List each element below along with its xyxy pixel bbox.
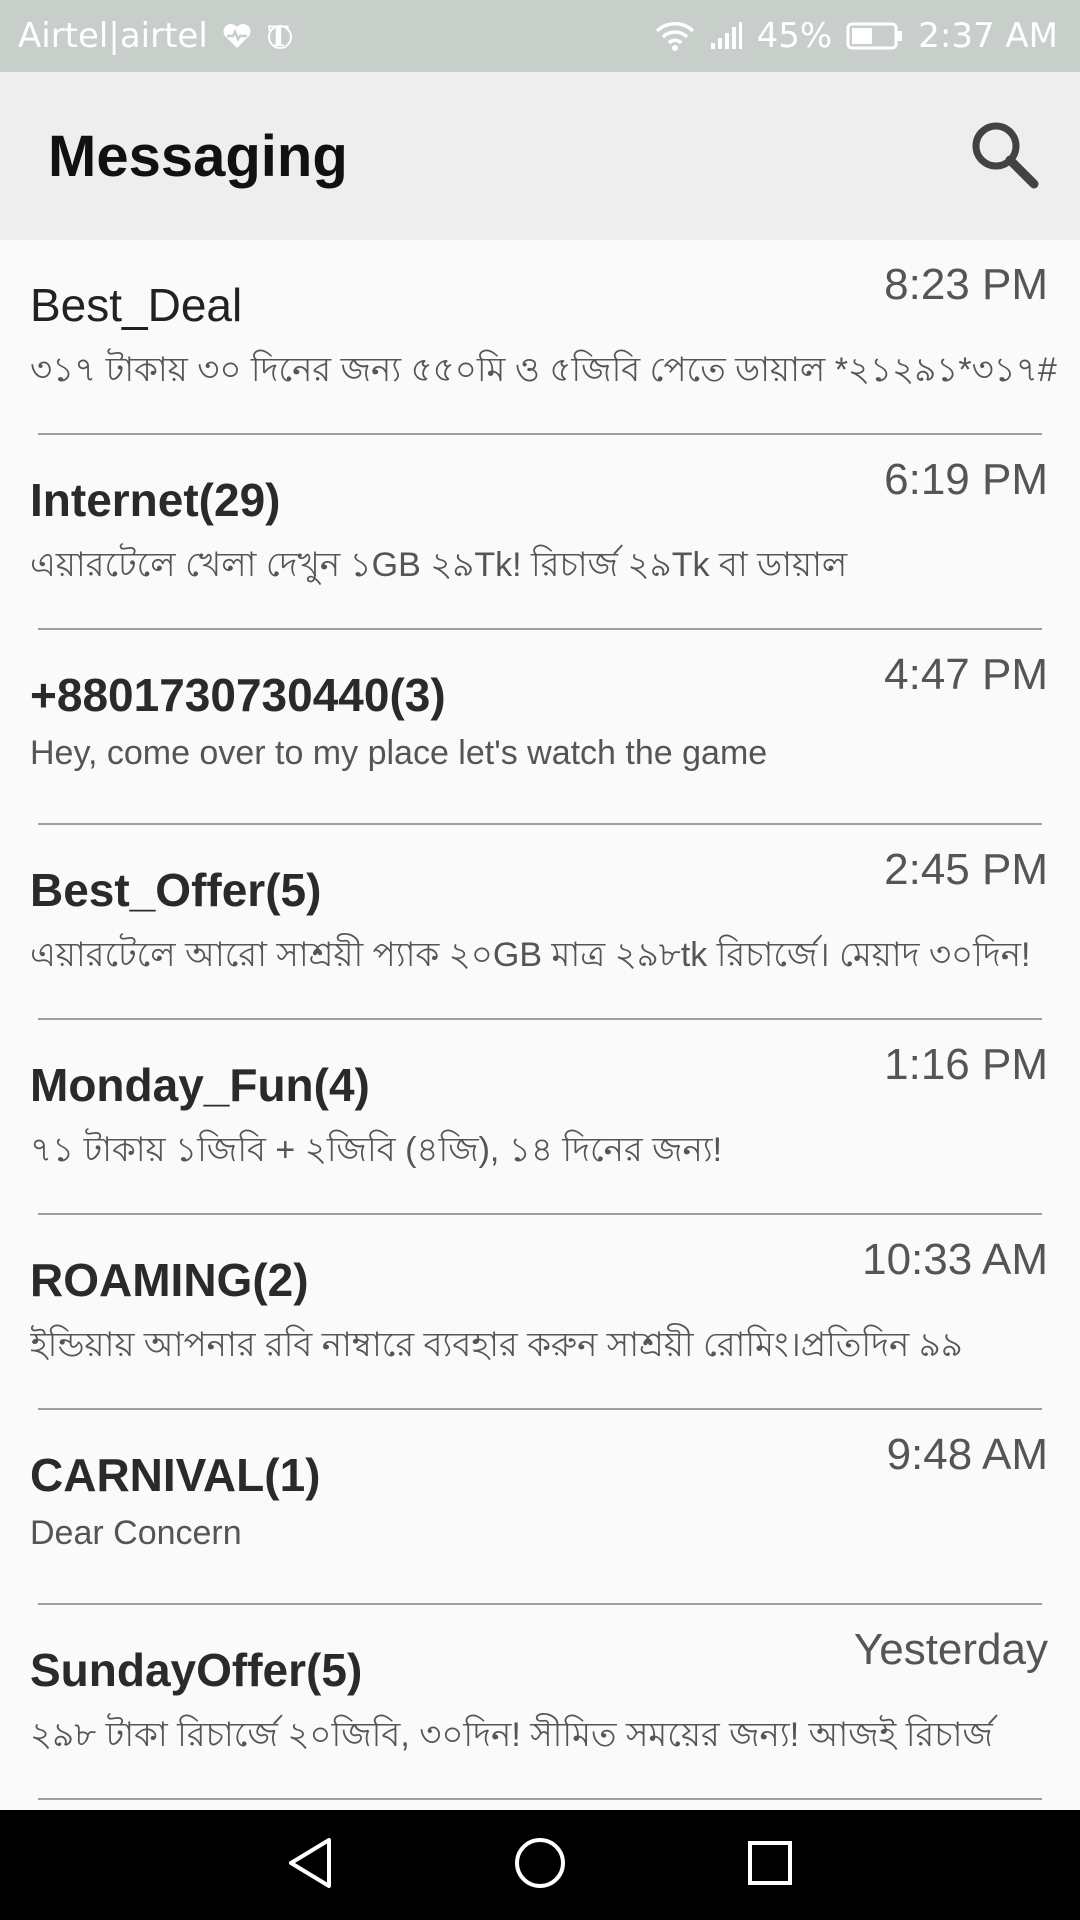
conversation-time: Yesterday — [853, 1625, 1048, 1674]
conversation-item[interactable]: CARNIVAL(1) 9:48 AM Dear Concern — [0, 1410, 1080, 1605]
page-title: Messaging — [48, 123, 348, 189]
conversation-time: 9:48 AM — [886, 1430, 1048, 1479]
conversation-item[interactable]: Monday_Fun(4) 1:16 PM ৭১ টাকায় ১জিবি + … — [0, 1020, 1080, 1215]
search-icon — [968, 118, 1040, 194]
conversation-list: Best_Deal 8:23 PM ৩১৭ টাকায় ৩০ দিনের জন… — [0, 240, 1080, 1810]
conversation-snippet: এয়ারটেলে আরো সাশ্রয়ী প্যাক ২০GB মাত্র … — [30, 936, 1031, 974]
clock: 2:37 AM — [918, 16, 1058, 56]
conversation-snippet: ইন্ডিয়ায় আপনার রবি নাম্বারে ব্যবহার কর… — [30, 1326, 963, 1364]
divider — [38, 1798, 1042, 1800]
conversation-sender: CARNIVAL(1) — [30, 1449, 321, 1501]
conversation-time: 6:19 PM — [884, 455, 1048, 504]
back-triangle-icon — [285, 1836, 335, 1894]
conversation-snippet: ৩১৭ টাকায় ৩০ দিনের জন্য ৫৫০মি ও ৫জিবি প… — [30, 351, 1057, 389]
carrier-name: Airtel|airtel — [18, 16, 208, 56]
battery-icon — [846, 21, 904, 51]
conversation-item[interactable]: +8801730730440(3) 4:47 PM Hey, come over… — [0, 630, 1080, 825]
conversation-snippet: এয়ারটেলে খেলা দেখুন ১GB ২৯Tk! রিচার্জ ২… — [30, 546, 848, 584]
back-button[interactable] — [280, 1835, 340, 1895]
conversation-snippet: ২৯৮ টাকা রিচার্জে ২০জিবি, ৩০দিন! সীমিত স… — [30, 1716, 993, 1754]
news-app-icon: T — [266, 20, 294, 52]
status-bar: Airtel|airtel T 45% 2:37 AM — [0, 0, 1080, 72]
wifi-icon — [655, 20, 695, 52]
conversation-item[interactable]: Internet(29) 6:19 PM এয়ারটেলে খেলা দেখু… — [0, 435, 1080, 630]
recents-square-icon — [745, 1838, 795, 1892]
recents-button[interactable] — [740, 1835, 800, 1895]
status-bar-right: 45% 2:37 AM — [655, 16, 1058, 56]
search-button[interactable] — [962, 114, 1046, 198]
conversation-sender: Monday_Fun(4) — [30, 1059, 370, 1111]
conversation-sender: ROAMING(2) — [30, 1254, 309, 1306]
conversation-item[interactable]: ROAMING(2) 10:33 AM ইন্ডিয়ায় আপনার রবি… — [0, 1215, 1080, 1410]
conversation-sender: Internet(29) — [30, 474, 281, 526]
conversation-time: 10:33 AM — [862, 1235, 1048, 1284]
conversation-sender: Best_Offer(5) — [30, 864, 322, 916]
signal-icon — [709, 21, 743, 51]
conversation-item[interactable]: SundayOffer(5) Yesterday ২৯৮ টাকা রিচার্… — [0, 1605, 1080, 1800]
battery-percent: 45% — [756, 16, 833, 56]
conversation-time: 2:45 PM — [884, 845, 1048, 894]
conversation-snippet: ৭১ টাকায় ১জিবি + ২জিবি (৪জি), ১৪ দিনের … — [30, 1131, 723, 1169]
conversation-time: 8:23 PM — [884, 260, 1048, 309]
conversation-sender: SundayOffer(5) — [30, 1644, 363, 1696]
conversation-snippet: Dear Concern — [30, 1514, 242, 1552]
conversation-time: 1:16 PM — [884, 1040, 1048, 1089]
app-bar: Messaging — [0, 72, 1080, 240]
conversation-item[interactable]: Best_Deal 8:23 PM ৩১৭ টাকায় ৩০ দিনের জন… — [0, 240, 1080, 435]
system-nav-bar — [0, 1810, 1080, 1920]
conversation-time: 4:47 PM — [884, 650, 1048, 699]
status-bar-left: Airtel|airtel T — [18, 16, 294, 56]
home-circle-icon — [513, 1836, 567, 1894]
conversation-snippet: Hey, come over to my place let's watch t… — [30, 734, 768, 772]
conversation-sender: Best_Deal — [30, 279, 243, 331]
home-button[interactable] — [510, 1835, 570, 1895]
conversation-item[interactable]: Best_Offer(5) 2:45 PM এয়ারটেলে আরো সাশ্… — [0, 825, 1080, 1020]
heart-pulse-icon — [222, 22, 252, 50]
conversation-sender: +8801730730440(3) — [30, 669, 446, 721]
